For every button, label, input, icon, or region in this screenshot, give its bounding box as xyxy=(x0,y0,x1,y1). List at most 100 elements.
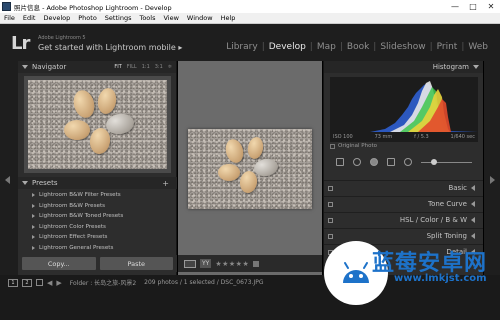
navigator-photo xyxy=(28,80,167,169)
menu-develop[interactable]: Develop xyxy=(39,14,74,22)
module-develop[interactable]: Develop xyxy=(265,42,310,52)
menu-help[interactable]: Help xyxy=(217,14,240,22)
folder-source[interactable]: Folder : 长岛之旅-风景2 xyxy=(70,278,136,287)
module-print[interactable]: Print xyxy=(433,42,462,52)
folder-triangle-icon xyxy=(32,224,35,229)
collapse-triangle-icon xyxy=(471,185,475,191)
menu-photo[interactable]: Photo xyxy=(74,14,101,22)
photo-canvas[interactable] xyxy=(178,61,322,275)
preset-folder[interactable]: Lightroom B&W Presets xyxy=(18,201,177,212)
original-photo-row[interactable]: Original Photo xyxy=(330,143,377,149)
section-tone-curve[interactable]: Tone Curve xyxy=(324,196,483,211)
preset-folder[interactable]: Lightroom General Presets xyxy=(18,243,177,254)
section-toggle-icon[interactable] xyxy=(328,233,333,239)
module-slideshow[interactable]: Slideshow xyxy=(376,42,429,52)
close-button[interactable]: ✕ xyxy=(482,0,500,13)
zoom-1-1[interactable]: 1:1 xyxy=(142,64,150,70)
module-book[interactable]: Book xyxy=(343,42,373,52)
left-panel-toggle[interactable] xyxy=(0,61,18,275)
minimize-button[interactable]: — xyxy=(446,0,464,13)
loupe-view-icon[interactable] xyxy=(184,259,196,268)
section-toggle-icon[interactable] xyxy=(328,217,333,223)
preset-folder[interactable]: Lightroom Color Presets xyxy=(18,222,177,233)
navigator-header[interactable]: Navigator FIT FILL 1:1 3:1 ≑ xyxy=(18,61,176,73)
preset-folder[interactable]: Lightroom B&W Filter Presets xyxy=(18,190,177,201)
slider-knob[interactable] xyxy=(431,158,437,165)
paste-button[interactable]: Paste xyxy=(99,257,173,270)
shutter-speed: 1/640 sec xyxy=(450,134,475,140)
presets-header[interactable]: Presets + xyxy=(18,177,177,189)
egg xyxy=(252,157,280,178)
histogram: ISO 100 73 mm f / 5.3 1/640 sec xyxy=(330,77,478,142)
main-photo[interactable] xyxy=(188,129,312,209)
red-eye-icon[interactable] xyxy=(370,158,378,166)
expand-triangle-icon xyxy=(22,65,28,69)
left-panel: Navigator FIT FILL 1:1 3:1 ≑ Presets + L… xyxy=(18,61,177,275)
module-web[interactable]: Web xyxy=(464,42,492,52)
egg xyxy=(104,111,136,137)
title-bar: 照片信息 - Adobe Photoshop Lightroom - Devel… xyxy=(0,0,500,13)
spot-removal-icon[interactable] xyxy=(353,158,361,166)
histogram-graph xyxy=(330,81,478,132)
screen-2-button[interactable]: 2 xyxy=(22,278,32,287)
folder-triangle-icon xyxy=(32,214,35,219)
selection-count: 209 photos / 1 selected / DSC_0673.JPG xyxy=(144,279,264,286)
menu-view[interactable]: View xyxy=(159,14,182,22)
section-hsl[interactable]: HSL / Color / B & W xyxy=(324,212,483,227)
navigator-preview[interactable] xyxy=(24,76,171,173)
zoom-fit[interactable]: FIT xyxy=(114,64,121,70)
graduated-filter-icon[interactable] xyxy=(387,158,395,166)
iso-value: ISO 100 xyxy=(333,134,353,140)
expand-triangle-icon xyxy=(22,181,28,185)
presets-title: Presets xyxy=(32,179,58,187)
section-label: Tone Curve xyxy=(428,200,467,208)
menu-tools[interactable]: Tools xyxy=(135,14,159,22)
tool-strip xyxy=(330,155,478,169)
preset-folder-label: Lightroom Effect Presets xyxy=(39,234,108,241)
zoom-3-1[interactable]: 3:1 xyxy=(155,64,163,70)
radial-filter-icon[interactable] xyxy=(404,158,412,166)
copy-button[interactable]: Copy... xyxy=(22,257,96,270)
preset-folder-label: Lightroom B&W Presets xyxy=(39,202,106,209)
screen-1-button[interactable]: 1 xyxy=(8,278,18,287)
module-library[interactable]: Library xyxy=(222,42,261,52)
zoom-more[interactable]: ≑ xyxy=(168,64,172,70)
folder-triangle-icon xyxy=(32,235,35,240)
section-toggle-icon[interactable] xyxy=(328,185,333,191)
preset-folder[interactable]: Lightroom B&W Toned Presets xyxy=(18,211,177,222)
app-icon xyxy=(2,2,11,11)
menu-bar: File Edit Develop Photo Settings Tools V… xyxy=(0,13,500,24)
maximize-button[interactable]: □ xyxy=(464,0,482,13)
menu-settings[interactable]: Settings xyxy=(101,14,136,22)
menu-edit[interactable]: Edit xyxy=(19,14,40,22)
star-rating[interactable]: ★★★★★ xyxy=(215,260,249,268)
original-photo-checkbox[interactable] xyxy=(330,143,335,149)
android-robot-icon xyxy=(343,262,369,283)
flag-icon[interactable] xyxy=(253,260,260,267)
back-arrow-icon[interactable]: ◀ xyxy=(47,279,52,287)
navigator-title: Navigator xyxy=(32,63,67,71)
section-toggle-icon[interactable] xyxy=(328,201,333,207)
add-preset-button[interactable]: + xyxy=(162,179,173,188)
section-label: Split Toning xyxy=(426,232,467,240)
egg xyxy=(223,137,246,165)
histogram-header[interactable]: Histogram xyxy=(324,61,483,73)
brush-slider[interactable] xyxy=(421,158,472,165)
preset-folder[interactable]: Lightroom Effect Presets xyxy=(18,232,177,243)
forward-arrow-icon[interactable]: ▶ xyxy=(56,279,61,287)
section-label: HSL / Color / B & W xyxy=(399,216,467,224)
original-photo-label: Original Photo xyxy=(338,143,377,149)
get-started-link[interactable]: Get started with Lightroom mobile ▸ xyxy=(38,43,182,52)
before-after-toggle[interactable]: YY xyxy=(200,259,212,268)
identity-plate: Lr Adobe Lightroom 5 Get started with Li… xyxy=(0,24,500,61)
section-basic[interactable]: Basic xyxy=(324,180,483,195)
crop-tool-icon[interactable] xyxy=(336,158,344,166)
menu-window[interactable]: Window xyxy=(183,14,217,22)
menu-file[interactable]: File xyxy=(0,14,19,22)
zoom-fill[interactable]: FILL xyxy=(127,64,137,70)
grid-view-icon[interactable] xyxy=(36,279,43,286)
module-map[interactable]: Map xyxy=(313,42,340,52)
center-toolbar: YY ★★★★★ xyxy=(178,255,322,272)
preset-folder-label: Lightroom General Presets xyxy=(39,244,114,251)
collapse-triangle-icon xyxy=(471,201,475,207)
